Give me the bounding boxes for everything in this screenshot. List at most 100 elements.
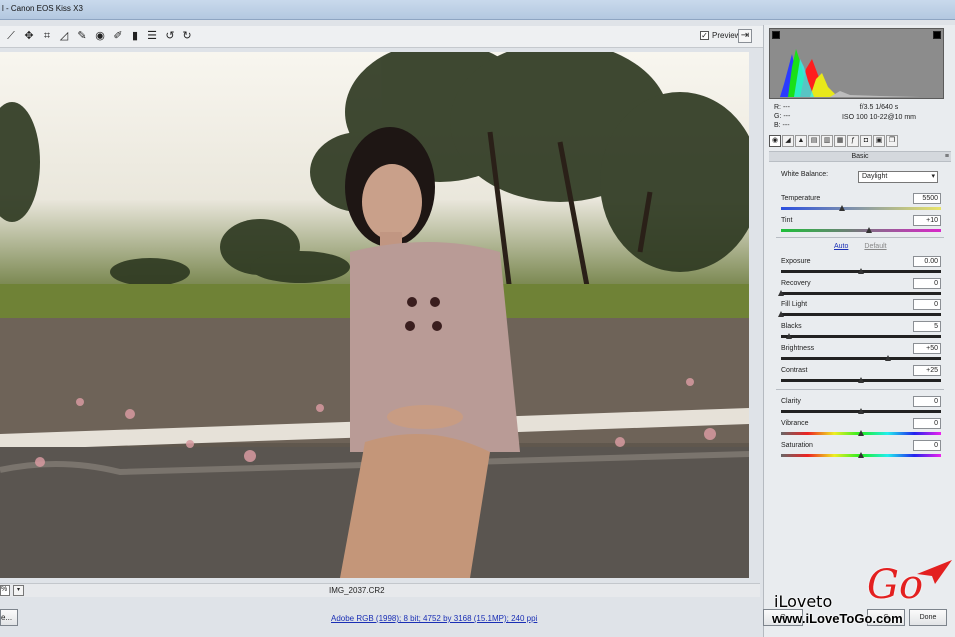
slider-knob[interactable] — [885, 355, 892, 361]
slider-value-field[interactable]: 5500 — [913, 193, 941, 204]
slider-track[interactable] — [781, 313, 941, 316]
white-balance-select[interactable]: Daylight ▾ — [858, 171, 938, 183]
watermark: iLoveto Go www.iLoveToGo.com — [772, 560, 952, 630]
rotate-right-icon[interactable]: ↻ — [180, 29, 194, 43]
section-title: Basic ≡ — [769, 151, 951, 162]
photo-preview[interactable] — [0, 52, 749, 578]
preview-checkbox[interactable]: ✓ — [700, 31, 709, 40]
window-title: l - Canon EOS Kiss X3 — [2, 4, 83, 13]
highlight-clipping-icon[interactable] — [933, 31, 941, 39]
adjustment-brush-icon[interactable]: ✐ — [111, 29, 125, 43]
readout-b: B: --- — [774, 122, 790, 129]
slider-label: Recovery — [781, 280, 811, 287]
slider-knob[interactable] — [858, 408, 864, 414]
slider-label: Exposure — [781, 258, 811, 265]
divider — [776, 389, 944, 390]
divider — [776, 237, 944, 238]
spot-removal-icon[interactable]: ✎ — [75, 29, 89, 43]
presets-tab-icon[interactable]: ▣ — [873, 135, 885, 147]
preview-toggle[interactable]: ✓ Preview — [700, 31, 740, 40]
effects-tab-icon[interactable]: ƒ — [847, 135, 859, 147]
red-eye-icon[interactable]: ◉ — [93, 29, 107, 43]
slider-track[interactable] — [781, 292, 941, 295]
paper-plane-icon — [917, 560, 952, 584]
crop-tool-icon[interactable]: ⌗ — [40, 29, 54, 43]
hsl-tab-icon[interactable]: ▤ — [808, 135, 820, 147]
detail-tab-icon[interactable]: ▲ — [795, 135, 807, 147]
slider-label: Clarity — [781, 398, 801, 405]
slider-track[interactable] — [781, 229, 941, 232]
tone-curve-tab-icon[interactable]: ◢ — [782, 135, 794, 147]
split-toning-tab-icon[interactable]: ▥ — [821, 135, 833, 147]
slider-temperature[interactable]: Temperature 5500 — [781, 193, 941, 215]
status-bar: % ▾ IMG_2037.CR2 — [0, 583, 760, 597]
slider-tint[interactable]: Tint +10 — [781, 215, 941, 237]
slider-value-field[interactable]: 5 — [913, 321, 941, 332]
slider-saturation[interactable]: Saturation 0 — [781, 440, 941, 462]
window-titlebar: l - Canon EOS Kiss X3 — [0, 0, 955, 20]
white-balance-value: Daylight — [862, 173, 888, 180]
slider-value-field[interactable]: +10 — [913, 215, 941, 226]
slider-knob[interactable] — [778, 311, 784, 317]
panel-tabs: ◉ ◢ ▲ ▤ ▥ ▦ ƒ ◘ ▣ ❐ — [769, 135, 949, 149]
slider-knob[interactable] — [778, 290, 784, 296]
rotate-left-icon[interactable]: ↺ — [163, 29, 177, 43]
slider-label: Tint — [781, 217, 793, 224]
slider-value-field[interactable]: +50 — [913, 343, 941, 354]
slider-knob[interactable] — [858, 377, 864, 383]
slider-track[interactable] — [781, 335, 941, 338]
graduated-filter-icon[interactable]: ▮ — [128, 29, 142, 43]
fullscreen-icon[interactable]: ⇥ — [738, 29, 752, 43]
lens-corrections-tab-icon[interactable]: ▦ — [834, 135, 846, 147]
panel-menu-icon[interactable]: ≡ — [945, 152, 949, 161]
save-image-button[interactable]: e... — [0, 609, 18, 626]
slider-knob[interactable] — [866, 227, 872, 233]
filename-label: IMG_2037.CR2 — [329, 586, 385, 595]
slider-track[interactable] — [781, 207, 941, 210]
slider-knob[interactable] — [858, 452, 864, 458]
chevron-down-icon: ▾ — [931, 173, 935, 180]
default-link[interactable]: Default — [864, 243, 886, 250]
slider-label: Fill Light — [781, 301, 808, 308]
slider-knob[interactable] — [786, 333, 792, 339]
slider-label: Temperature — [781, 195, 821, 202]
slider-contrast[interactable]: Contrast +25 — [781, 365, 941, 387]
slider-clarity[interactable]: Clarity 0 — [781, 396, 941, 418]
slider-fill-light[interactable]: Fill Light 0 — [778, 299, 941, 321]
slider-knob[interactable] — [838, 205, 845, 211]
slider-recovery[interactable]: Recovery 0 — [778, 278, 941, 300]
auto-link[interactable]: Auto — [834, 243, 848, 250]
zoom-value[interactable]: % — [0, 585, 10, 596]
preferences-icon[interactable]: ☰ — [145, 29, 159, 43]
slider-value-field[interactable]: 0.00 — [913, 256, 941, 267]
camera-calibration-tab-icon[interactable]: ◘ — [860, 135, 872, 147]
workflow-options-link[interactable]: Adobe RGB (1998); 8 bit; 4752 by 3168 (1… — [331, 614, 537, 623]
exif-exposure: f/3.5 1/640 s — [859, 104, 899, 111]
zoom-dropdown-icon[interactable]: ▾ — [13, 585, 24, 596]
snapshots-tab-icon[interactable]: ❐ — [886, 135, 898, 147]
slider-value-field[interactable]: 0 — [913, 278, 941, 289]
slider-knob[interactable] — [858, 430, 864, 436]
slider-label: Saturation — [781, 442, 813, 449]
slider-value-field[interactable]: 0 — [913, 418, 941, 429]
white-balance-label: White Balance: — [781, 171, 829, 178]
preview-label: Preview — [712, 31, 741, 40]
shadow-clipping-icon[interactable] — [772, 31, 780, 39]
slider-knob[interactable] — [858, 268, 864, 274]
slider-value-field[interactable]: 0 — [913, 440, 941, 451]
basic-tab-icon[interactable]: ◉ — [769, 135, 781, 147]
slider-value-field[interactable]: 0 — [913, 299, 941, 310]
slider-vibrance[interactable]: Vibrance 0 — [781, 418, 941, 440]
slider-value-field[interactable]: 0 — [913, 396, 941, 407]
readout-g: G: --- — [774, 113, 791, 120]
slider-track[interactable] — [781, 357, 941, 360]
slider-exposure[interactable]: Exposure 0.00 — [781, 256, 941, 278]
exif-iso: ISO 100 10-22@10 mm — [841, 114, 917, 121]
slider-value-field[interactable]: +25 — [913, 365, 941, 376]
readout-r: R: --- — [774, 104, 790, 111]
hand-tool-icon[interactable]: ✥ — [22, 29, 36, 43]
zoom-tool-icon[interactable]: ⟋ — [4, 29, 18, 43]
straighten-tool-icon[interactable]: ◿ — [57, 29, 71, 43]
slider-blacks[interactable]: Blacks 5 — [781, 321, 941, 343]
slider-brightness[interactable]: Brightness +50 — [781, 343, 941, 365]
